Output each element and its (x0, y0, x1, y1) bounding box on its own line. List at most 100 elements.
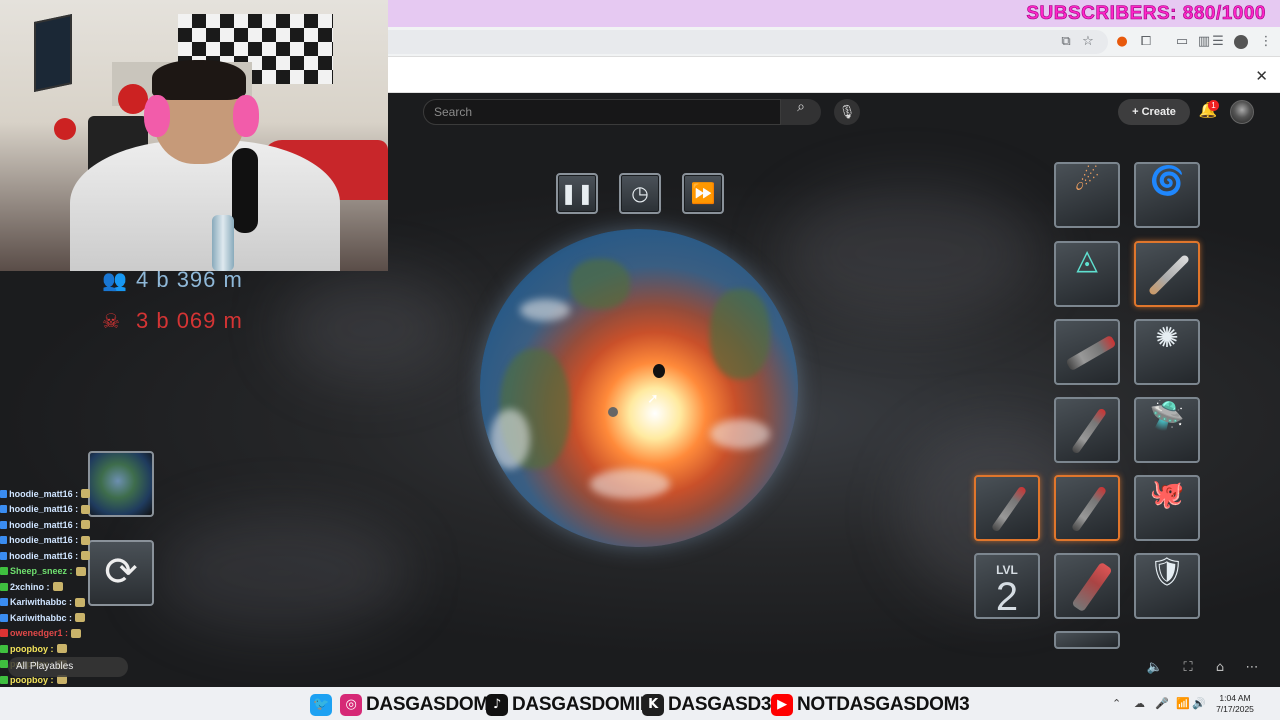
planet-earth[interactable] (480, 229, 798, 547)
fullscreen-icon[interactable]: ⛶ (1176, 657, 1200, 679)
planet-select-tile[interactable] (88, 451, 154, 517)
octopus-tile[interactable]: 🐙 (1134, 475, 1200, 541)
missile-icon (990, 485, 1028, 533)
create-label: Create (1141, 106, 1176, 118)
profile-icon[interactable] (1234, 35, 1248, 49)
level-tile[interactable]: LVL 2 (974, 553, 1040, 619)
screen: SUBSCRIBERS: 880/1000 ⧉ ☆ ● ⧠ ▭ ▥ ☰ ⋮ ✕ … (0, 0, 1280, 720)
chat-message: 2xchino : (0, 579, 90, 595)
reading-list-icon[interactable]: ☰ (1210, 34, 1226, 50)
chat-badge-icon (0, 567, 8, 576)
shield-icon: 🛡 (1149, 555, 1185, 588)
extension-icon[interactable]: ● (1114, 34, 1130, 50)
meteor-shower-icon: ☄ (1074, 164, 1100, 197)
search-input[interactable]: Search (423, 99, 781, 125)
pause-button[interactable]: ❚❚ (556, 173, 598, 214)
social-handle: NOTDASGASDOM3 (797, 694, 970, 715)
rocket-icon (1147, 253, 1191, 297)
create-button[interactable]: + Create (1118, 99, 1190, 125)
address-bar[interactable] (388, 30, 1108, 54)
mic-icon[interactable]: 🎙 (834, 99, 860, 125)
chat-badge-icon (0, 536, 8, 545)
chat-badge-icon (0, 582, 8, 591)
warhead-tile[interactable] (1054, 553, 1120, 619)
missile-icon (1070, 485, 1108, 533)
missile-tile-left[interactable] (974, 475, 1040, 541)
close-icon[interactable]: ✕ (1255, 67, 1268, 85)
social-youtube: ▶ NOTDASGASDOM3 (771, 692, 970, 718)
all-playables-button[interactable]: All Playables (8, 657, 128, 677)
emote-icon (81, 535, 90, 545)
install-icon[interactable]: ⧉ (1058, 34, 1074, 50)
skull-icon: ☠ (102, 309, 121, 333)
black-hole-tile[interactable]: 🌀 (1134, 162, 1200, 228)
emote-icon (52, 582, 63, 592)
notification-badge: 1 (1208, 100, 1219, 111)
missile-tile[interactable] (1054, 397, 1120, 463)
social-kick: K DASGASD3M (642, 692, 787, 718)
burst-tile[interactable]: ✺ (1134, 319, 1200, 385)
chat-badge-icon (0, 675, 8, 684)
emote-icon (71, 628, 82, 638)
shield-tile[interactable]: 🛡 (1134, 553, 1200, 619)
meteor-shower-tile[interactable]: ☄ (1054, 162, 1120, 228)
chat-username: Kariwithabbc : (10, 597, 73, 608)
rocket-tile[interactable] (1134, 241, 1200, 307)
time-button[interactable]: ◷ (619, 173, 661, 214)
overlay-top-band: SUBSCRIBERS: 880/1000 (388, 0, 1280, 27)
volume-icon[interactable]: 🔈 (1143, 657, 1167, 679)
speaker-icon[interactable]: 🔊 (1192, 697, 1206, 713)
people-icon: 👥 (102, 268, 128, 292)
tv-object (34, 13, 72, 93)
chat-badge-icon (0, 489, 8, 498)
taskbar-clock[interactable]: 1:04 AM 7/17/2025 (1210, 693, 1260, 715)
bookmark-star-icon[interactable]: ☆ (1080, 34, 1096, 50)
chat-username: poopboy : (10, 643, 54, 654)
chat-username: Kariwithabbc : (10, 612, 73, 623)
chat-username: Sheep_sneez : (10, 566, 73, 577)
missile-icon (1070, 407, 1108, 455)
chat-message: Kariwithabbc : (0, 610, 90, 626)
subscriber-counter: SUBSCRIBERS: 880/1000 (1026, 3, 1266, 25)
warhead-icon (1071, 561, 1113, 613)
kick-icon: K (642, 694, 664, 716)
social-twitter: 🐦 (310, 692, 336, 718)
social-instagram: ◎ DASGASDOM3 (340, 692, 499, 718)
date: 7/17/2025 (1216, 704, 1254, 714)
bookmark-icon[interactable]: ⌂ (1208, 657, 1232, 679)
search-icon[interactable]: ⌕ (781, 99, 821, 125)
radiation-tile[interactable]: ◬ (1054, 241, 1120, 307)
chat-username: owenedger1 : (10, 628, 69, 639)
instagram-icon: ◎ (340, 694, 362, 716)
pause-icon: ❚❚ (560, 181, 594, 205)
more-icon[interactable]: ⋯ (1240, 657, 1264, 679)
info-bar: ✕ (388, 57, 1280, 93)
chat-badge-icon (0, 520, 8, 529)
cursor-icon: ➚ (647, 391, 659, 407)
cloud-icon[interactable]: ☁ (1134, 697, 1145, 713)
emote-icon (75, 613, 86, 623)
burst-icon: ✺ (1155, 321, 1179, 354)
chat-badge-icon (0, 613, 8, 622)
webcam-feed (0, 0, 388, 271)
tray-up-icon[interactable]: ⌃ (1112, 697, 1121, 713)
ufo-tile[interactable]: 🛸 (1134, 397, 1200, 463)
missile-cluster-tile[interactable] (1054, 319, 1120, 385)
youtube-header: Search ⌕ 🎙 + Create 🔔 1 (388, 93, 1280, 131)
mic-tray-icon[interactable]: 🎤 (1155, 697, 1169, 713)
fast-forward-button[interactable]: ⏩ (682, 173, 724, 214)
wifi-icon[interactable]: 📶 (1176, 697, 1190, 713)
playables-label: All Playables (16, 661, 74, 672)
missile-tile-mid[interactable] (1054, 475, 1120, 541)
partial-tile[interactable] (1054, 631, 1120, 649)
chat-badge-icon (0, 598, 8, 607)
restart-button[interactable]: ⟳ (88, 540, 154, 606)
avatar[interactable] (1230, 100, 1254, 124)
emote-icon (75, 566, 86, 576)
puzzle-icon[interactable]: ⧠ (1138, 34, 1154, 50)
cast-icon[interactable]: ▭ (1174, 34, 1190, 50)
time: 1:04 AM (1219, 693, 1251, 703)
menu-icon[interactable]: ⋮ (1258, 34, 1274, 50)
octopus-icon: 🐙 (1149, 477, 1185, 510)
black-hole-icon: 🌀 (1149, 164, 1185, 197)
